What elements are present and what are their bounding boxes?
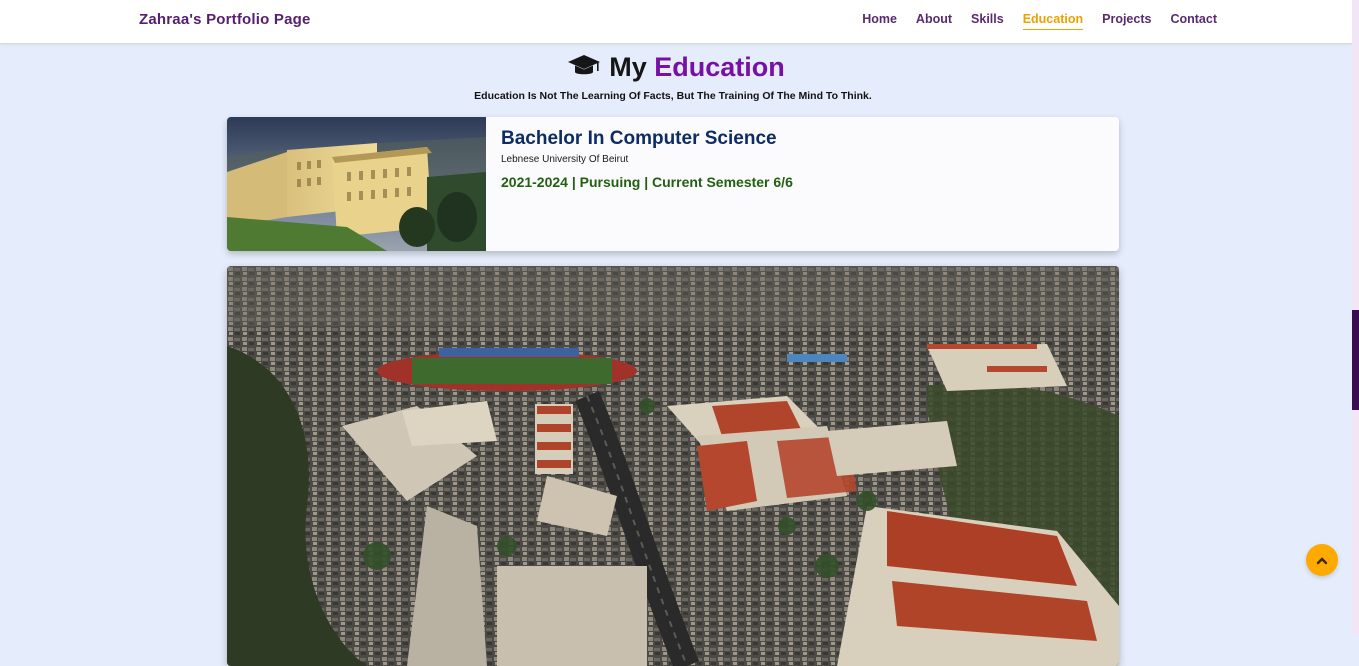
title-prefix: My [609,52,647,82]
education-card: Bachelor In Computer Science Lebnese Uni… [227,117,1119,251]
university-building-photo [227,117,486,251]
campus-photo-card [227,266,1119,666]
scroll-to-top-button[interactable] [1306,544,1338,576]
title-accent: Education [654,52,785,82]
nav-link-skills[interactable]: Skills [971,12,1004,30]
chevron-up-icon [1316,556,1328,564]
nav-link-about[interactable]: About [916,12,952,30]
nav-link-projects[interactable]: Projects [1102,12,1151,30]
graduation-cap-icon [568,55,601,75]
brand-title[interactable]: Zahraa's Portfolio Page [139,11,311,28]
navbar: Zahraa's Portfolio Page Home About Skill… [0,0,1352,44]
degree-title: Bachelor In Computer Science [501,128,777,149]
school-name: Lebnese University Of Beirut [501,154,629,165]
section-quote: Education Is Not The Learning Of Facts, … [474,90,872,102]
nav-link-contact[interactable]: Contact [1170,12,1217,30]
aerial-campus-photo [227,266,1119,666]
scrollbar-track[interactable] [1352,0,1359,635]
nav-link-home[interactable]: Home [862,12,897,30]
nav-links: Home About Skills Education Projects Con… [843,12,1217,30]
education-years: 2021-2024 | Pursuing | Current Semester … [501,174,793,190]
nav-link-education[interactable]: Education [1022,12,1084,30]
section-title: My Education [0,52,1352,83]
scrollbar-thumb[interactable] [1352,310,1359,410]
